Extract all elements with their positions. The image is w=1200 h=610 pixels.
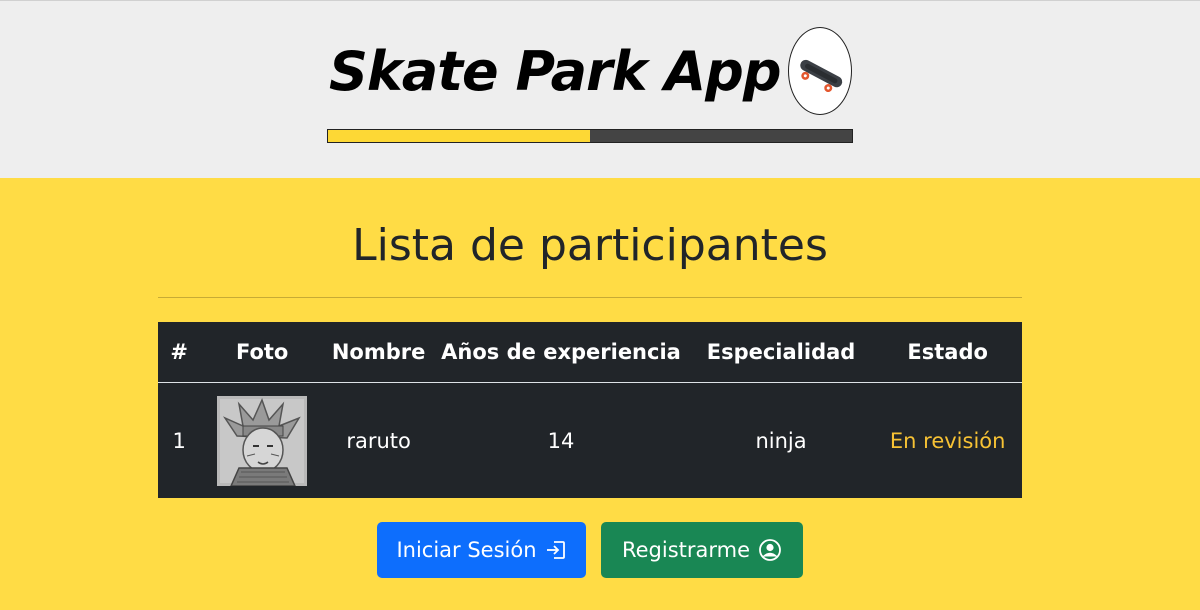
column-header-photo: Foto	[200, 322, 324, 383]
login-button[interactable]: Iniciar Sesión	[377, 522, 586, 578]
user-circle-icon	[759, 539, 781, 561]
row-specialty: ninja	[755, 428, 807, 453]
table-row: 1 raruto 14 ninja En revisión	[158, 383, 1022, 499]
page-title: Lista de participantes	[352, 220, 828, 271]
column-header-specialty: Especialidad	[688, 322, 874, 383]
skateboard-logo	[788, 27, 852, 115]
progress-fill	[328, 130, 590, 142]
row-photo-cell	[200, 383, 324, 499]
login-icon	[546, 541, 565, 559]
app-header: Skate Park App	[0, 0, 1200, 178]
row-number: 1	[172, 428, 186, 453]
register-button[interactable]: Registrarme	[601, 522, 803, 578]
row-name: raruto	[346, 428, 411, 453]
progress-bar	[327, 129, 853, 143]
column-header-experience: Años de experiencia	[433, 322, 689, 383]
skateboard-icon	[800, 59, 843, 93]
login-button-label: Iniciar Sesión	[396, 538, 537, 562]
divider	[158, 297, 1022, 298]
row-experience: 14	[547, 428, 575, 453]
register-button-label: Registrarme	[621, 538, 751, 562]
column-header-status: Estado	[873, 322, 1022, 383]
participants-table: # Foto Nombre Años de experiencia Especi…	[158, 322, 1022, 498]
table-header-row: # Foto Nombre Años de experiencia Especi…	[158, 322, 1022, 383]
app-title: Skate Park App	[329, 40, 781, 103]
participant-photo	[217, 395, 308, 487]
column-header-name: Nombre	[323, 322, 434, 383]
status-badge: En revisión	[889, 428, 1006, 453]
column-header-number: #	[158, 322, 201, 383]
